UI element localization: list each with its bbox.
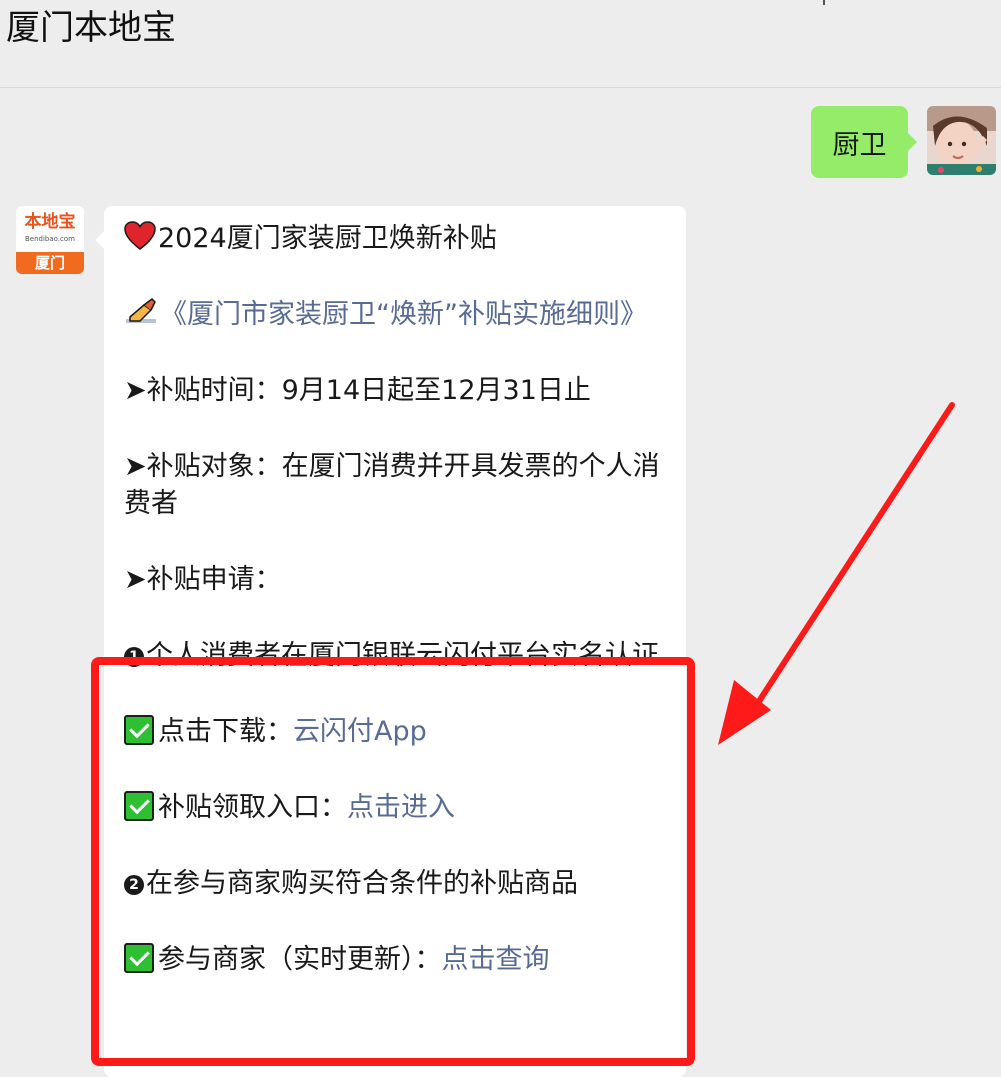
user-message-text: 厨卫 <box>832 129 887 161</box>
merchant-line: 参与商家（实时更新）：点击查询 <box>124 941 664 978</box>
circled-two-icon: 2 <box>124 875 144 895</box>
logo-en-text: Bendibao.com <box>24 235 75 243</box>
bendibao-logo: 本地宝 Bendibao.com <box>16 206 84 252</box>
subsidy-apply-label: ➤补贴申请： <box>124 564 282 595</box>
entry-link[interactable]: 点击进入 <box>347 792 455 823</box>
circled-one-icon: 1 <box>124 647 144 667</box>
user-message-bubble[interactable]: 厨卫 <box>811 106 917 178</box>
download-app-link[interactable]: 云闪付App <box>293 716 427 747</box>
merchant-label: 参与商家（实时更新）： <box>158 944 442 975</box>
check-mark-icon <box>124 943 154 973</box>
step-2-text: 在参与商家购买符合条件的补贴商品 <box>146 868 578 899</box>
download-line: 点击下载：云闪付App <box>124 713 664 750</box>
chat-title: 厦门本地宝 <box>6 8 176 48</box>
download-label: 点击下载： <box>158 716 293 747</box>
detail-link-line: 《厦门市家装厨卫“焕新”补贴实施细则》 <box>124 296 664 333</box>
merchant-query-link[interactable]: 点击查询 <box>442 944 550 975</box>
subsidy-time: ➤补贴时间：9月14日起至12月31日止 <box>124 375 591 406</box>
detail-rules-link[interactable]: 《厦门市家装厨卫“焕新”补贴实施细则》 <box>160 299 647 330</box>
user-avatar[interactable] <box>927 106 996 175</box>
writing-hand-icon <box>126 298 156 323</box>
user-avatar-image <box>927 106 996 175</box>
heart-icon <box>124 221 156 250</box>
entry-label: 补贴领取入口： <box>158 792 347 823</box>
message-title: 2024厦门家装厨卫焕新补贴 <box>158 223 497 254</box>
bot-message-content: 2024厦门家装厨卫焕新补贴 《厦门市家装厨卫“焕新”补贴实施细则》 ➤补贴时间… <box>124 220 664 1017</box>
bot-avatar[interactable]: 本地宝 Bendibao.com 厦门 <box>16 206 84 274</box>
entry-line: 补贴领取入口：点击进入 <box>124 789 664 826</box>
logo-city: 厦门 <box>16 252 84 274</box>
step-1-text: 个人消费者在厦门银联云闪付平台实名认证 <box>146 640 659 671</box>
chat-header: 厦门本地宝 <box>0 0 1001 88</box>
check-mark-icon <box>124 715 154 745</box>
header-tick <box>823 0 825 5</box>
message-title-line: 2024厦门家装厨卫焕新补贴 <box>124 220 664 257</box>
logo-cn-text: 本地宝 <box>24 212 76 232</box>
check-mark-icon <box>124 791 154 821</box>
step-2: 2 在参与商家购买符合条件的补贴商品 <box>124 865 664 902</box>
step-1: 1 个人消费者在厦门银联云闪付平台实名认证 <box>124 637 664 674</box>
subsidy-target: ➤补贴对象：在厦门消费并开具发票的个人消费者 <box>124 451 660 519</box>
